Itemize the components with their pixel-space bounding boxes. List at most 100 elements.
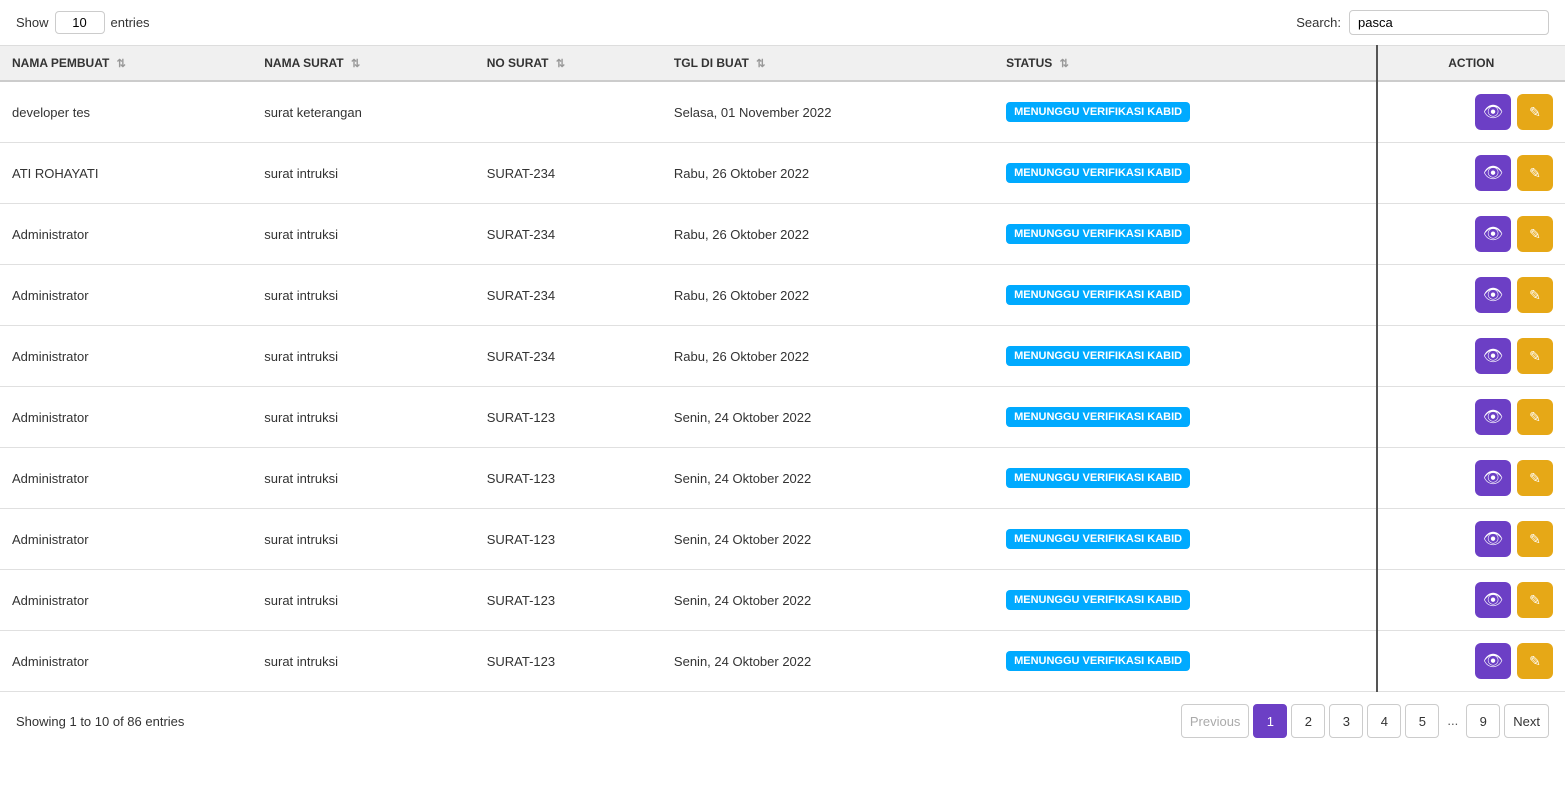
pagination-page-3[interactable]: 3: [1329, 704, 1363, 738]
status-badge: MENUNGGU VERIFIKASI KABID: [1006, 102, 1190, 122]
col-nama-surat-label: NAMA SURAT: [264, 56, 343, 70]
edit-button[interactable]: ✎: [1517, 582, 1553, 618]
pagination-page-4[interactable]: 4: [1367, 704, 1401, 738]
action-buttons: 👁✎: [1390, 399, 1553, 435]
sort-icon[interactable]: ⇅: [556, 57, 565, 70]
col-no-surat-label: NO SURAT: [487, 56, 549, 70]
action-buttons: 👁✎: [1390, 155, 1553, 191]
sort-icon[interactable]: ⇅: [1060, 57, 1069, 70]
view-button[interactable]: 👁: [1475, 277, 1511, 313]
status-badge: MENUNGGU VERIFIKASI KABID: [1006, 163, 1190, 183]
cell-nama-pembuat: Administrator: [0, 387, 252, 448]
table-row: Administratorsurat intruksiSURAT-234Rabu…: [0, 326, 1565, 387]
action-buttons: 👁✎: [1390, 94, 1553, 130]
cell-nama-pembuat: Administrator: [0, 631, 252, 692]
table-row: Administratorsurat intruksiSURAT-123Seni…: [0, 631, 1565, 692]
edit-button[interactable]: ✎: [1517, 216, 1553, 252]
cell-action: 👁✎: [1377, 326, 1565, 387]
cell-nama-pembuat: Administrator: [0, 204, 252, 265]
pagination-page-2[interactable]: 2: [1291, 704, 1325, 738]
data-table: NAMA PEMBUAT ⇅ NAMA SURAT ⇅ NO SURAT ⇅ T…: [0, 45, 1565, 692]
col-status-label: STATUS: [1006, 56, 1052, 70]
status-badge: MENUNGGU VERIFIKASI KABID: [1006, 346, 1190, 366]
cell-action: 👁✎: [1377, 204, 1565, 265]
sort-icon[interactable]: ⇅: [117, 57, 126, 70]
edit-button[interactable]: ✎: [1517, 399, 1553, 435]
status-badge: MENUNGGU VERIFIKASI KABID: [1006, 407, 1190, 427]
action-buttons: 👁✎: [1390, 338, 1553, 374]
edit-button[interactable]: ✎: [1517, 94, 1553, 130]
view-button[interactable]: 👁: [1475, 155, 1511, 191]
edit-button[interactable]: ✎: [1517, 277, 1553, 313]
status-badge: MENUNGGU VERIFIKASI KABID: [1006, 224, 1190, 244]
pagination-page-1[interactable]: 1: [1253, 704, 1287, 738]
cell-action: 👁✎: [1377, 509, 1565, 570]
cell-nama-pembuat: Administrator: [0, 448, 252, 509]
pagination-page-5[interactable]: 5: [1405, 704, 1439, 738]
cell-status: MENUNGGU VERIFIKASI KABID: [994, 265, 1376, 326]
pagination-page-9[interactable]: 9: [1466, 704, 1500, 738]
entries-input[interactable]: [55, 11, 105, 34]
table-row: Administratorsurat intruksiSURAT-234Rabu…: [0, 204, 1565, 265]
table-row: Administratorsurat intruksiSURAT-123Seni…: [0, 570, 1565, 631]
bottom-bar: Showing 1 to 10 of 86 entries Previous12…: [0, 692, 1565, 750]
cell-no-surat: SURAT-123: [475, 448, 662, 509]
table-row: ATI ROHAYATIsurat intruksiSURAT-234Rabu,…: [0, 143, 1565, 204]
eye-icon: 👁: [1483, 529, 1503, 549]
col-tgl-di-buat: TGL DI BUAT ⇅: [662, 46, 994, 82]
cell-status: MENUNGGU VERIFIKASI KABID: [994, 81, 1376, 143]
cell-nama-pembuat: Administrator: [0, 570, 252, 631]
eye-icon: 👁: [1483, 224, 1503, 244]
cell-no-surat: [475, 81, 662, 143]
eye-icon: 👁: [1483, 102, 1503, 122]
view-button[interactable]: 👁: [1475, 94, 1511, 130]
pagination-ellipsis: ...: [1443, 704, 1462, 738]
edit-button[interactable]: ✎: [1517, 460, 1553, 496]
cell-tgl-di-buat: Senin, 24 Oktober 2022: [662, 448, 994, 509]
eye-icon: 👁: [1483, 346, 1503, 366]
eye-icon: 👁: [1483, 285, 1503, 305]
col-status: STATUS ⇅: [994, 46, 1376, 82]
edit-button[interactable]: ✎: [1517, 521, 1553, 557]
search-input[interactable]: [1349, 10, 1549, 35]
edit-button[interactable]: ✎: [1517, 338, 1553, 374]
pagination-next[interactable]: Next: [1504, 704, 1549, 738]
pagination-previous[interactable]: Previous: [1181, 704, 1250, 738]
view-button[interactable]: 👁: [1475, 521, 1511, 557]
sort-icon[interactable]: ⇅: [351, 57, 360, 70]
status-badge: MENUNGGU VERIFIKASI KABID: [1006, 651, 1190, 671]
edit-button[interactable]: ✎: [1517, 155, 1553, 191]
cell-status: MENUNGGU VERIFIKASI KABID: [994, 204, 1376, 265]
action-buttons: 👁✎: [1390, 521, 1553, 557]
cell-nama-pembuat: developer tes: [0, 81, 252, 143]
cell-tgl-di-buat: Senin, 24 Oktober 2022: [662, 509, 994, 570]
edit-button[interactable]: ✎: [1517, 643, 1553, 679]
search-label: Search:: [1296, 15, 1341, 30]
cell-nama-surat: surat intruksi: [252, 570, 474, 631]
action-buttons: 👁✎: [1390, 216, 1553, 252]
edit-icon: ✎: [1529, 165, 1541, 182]
cell-tgl-di-buat: Selasa, 01 November 2022: [662, 81, 994, 143]
cell-action: 👁✎: [1377, 143, 1565, 204]
view-button[interactable]: 👁: [1475, 399, 1511, 435]
eye-icon: 👁: [1483, 468, 1503, 488]
cell-status: MENUNGGU VERIFIKASI KABID: [994, 326, 1376, 387]
edit-icon: ✎: [1529, 470, 1541, 487]
view-button[interactable]: 👁: [1475, 460, 1511, 496]
edit-icon: ✎: [1529, 226, 1541, 243]
eye-icon: 👁: [1483, 651, 1503, 671]
cell-tgl-di-buat: Rabu, 26 Oktober 2022: [662, 265, 994, 326]
cell-tgl-di-buat: Rabu, 26 Oktober 2022: [662, 204, 994, 265]
table-row: Administratorsurat intruksiSURAT-123Seni…: [0, 387, 1565, 448]
view-button[interactable]: 👁: [1475, 643, 1511, 679]
cell-no-surat: SURAT-123: [475, 570, 662, 631]
view-button[interactable]: 👁: [1475, 338, 1511, 374]
view-button[interactable]: 👁: [1475, 216, 1511, 252]
cell-action: 👁✎: [1377, 631, 1565, 692]
table-row: Administratorsurat intruksiSURAT-234Rabu…: [0, 265, 1565, 326]
edit-icon: ✎: [1529, 653, 1541, 670]
view-button[interactable]: 👁: [1475, 582, 1511, 618]
search-control: Search:: [1296, 10, 1549, 35]
sort-icon[interactable]: ⇅: [756, 57, 765, 70]
cell-action: 👁✎: [1377, 570, 1565, 631]
